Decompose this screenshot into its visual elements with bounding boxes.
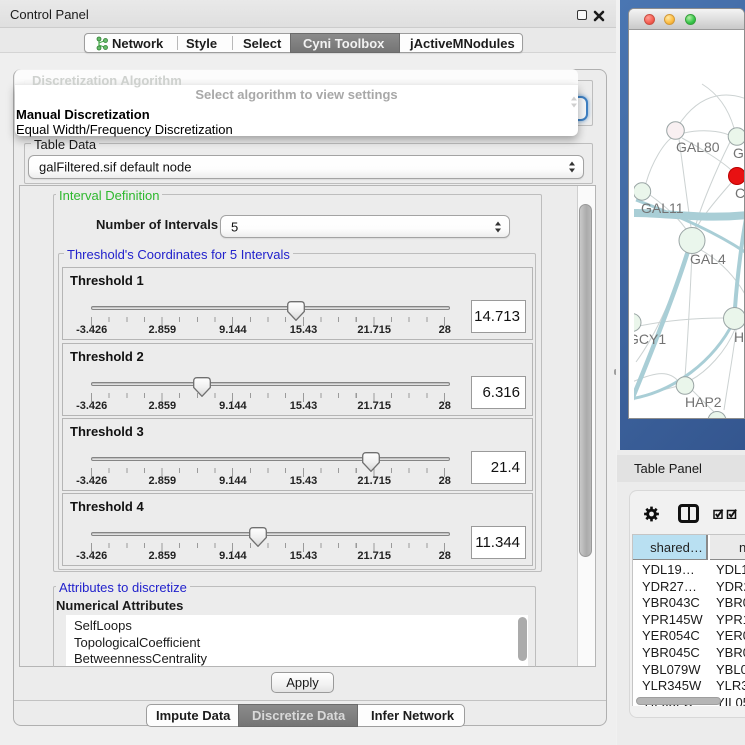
- svg-text:GAL4: GAL4: [690, 251, 726, 267]
- svg-text:C: C: [735, 185, 745, 201]
- svg-text:HAP2: HAP2: [685, 394, 722, 410]
- svg-text:GAL80: GAL80: [676, 139, 720, 155]
- svg-text:GCY1: GCY1: [634, 331, 666, 347]
- svg-text:GAL11: GAL11: [641, 200, 684, 216]
- svg-text:GA: GA: [733, 145, 745, 161]
- svg-text:H: H: [734, 329, 744, 345]
